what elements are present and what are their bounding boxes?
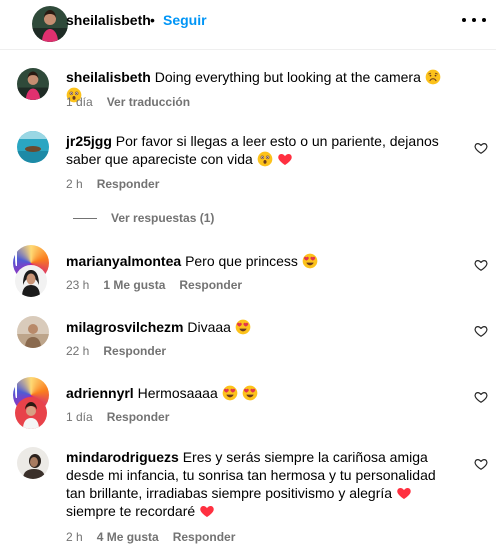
- view-replies-label: Ver respuestas (1): [111, 211, 215, 225]
- reply-button[interactable]: Responder: [179, 278, 242, 292]
- comment-time: 2 h: [66, 177, 83, 191]
- heart-outline-icon[interactable]: [474, 324, 488, 338]
- replies-divider: [73, 217, 97, 219]
- commenter-username[interactable]: marianyalmontea: [66, 253, 181, 269]
- avatar-image: [17, 68, 49, 100]
- comment-item: mindarodriguezs Eres y serás siempre la …: [0, 447, 496, 547]
- commenter-avatar[interactable]: [17, 316, 49, 348]
- caption-time: 1 día: [66, 95, 93, 109]
- comment-time: 2 h: [66, 530, 83, 544]
- comment-body: Divaaa: [187, 319, 231, 335]
- comment-time: 23 h: [66, 278, 90, 292]
- heart-eyes-emoji: [235, 319, 251, 335]
- comment-item: marianyalmontea Pero que princess 23 h 1…: [0, 245, 496, 316]
- follow-button[interactable]: Seguir: [163, 12, 207, 28]
- commenter-username[interactable]: mindarodriguezs: [66, 449, 179, 465]
- heart-eyes-emoji: [222, 385, 238, 401]
- comment-meta: 1 día Responder: [66, 410, 169, 424]
- commenter-username[interactable]: milagrosvilchezm: [66, 319, 184, 335]
- comment-text: mindarodriguezs Eres y serás siempre la …: [66, 448, 446, 520]
- commenter-avatar[interactable]: [13, 245, 49, 316]
- caption-avatar[interactable]: [17, 68, 49, 100]
- header-username[interactable]: sheilalisbeth: [66, 12, 151, 28]
- comment-body-continued: siempre te recordaré: [66, 503, 196, 519]
- reply-button[interactable]: Responder: [97, 177, 160, 191]
- avatar-image: [15, 397, 47, 429]
- comment-meta: 22 h Responder: [66, 344, 166, 358]
- comment-meta: 2 h 4 Me gusta Responder: [66, 530, 235, 544]
- post-header: sheilalisbeth • Seguir: [0, 0, 496, 50]
- astonished-face-emoji: [257, 151, 273, 167]
- heart-eyes-emoji: [242, 385, 258, 401]
- avatar-image: [15, 265, 47, 297]
- likes-count[interactable]: 4 Me gusta: [97, 530, 159, 544]
- header-avatar[interactable]: [15, 3, 68, 42]
- comment-meta: 23 h 1 Me gusta Responder: [66, 278, 242, 292]
- caption-username[interactable]: sheilalisbeth: [66, 69, 151, 85]
- commenter-username[interactable]: adriennyrl: [66, 385, 134, 401]
- comment-item: milagrosvilchezm Divaaa 22 h Responder: [0, 313, 496, 363]
- comment-body: Hermosaaaa: [137, 385, 218, 401]
- reply-button[interactable]: Responder: [103, 344, 166, 358]
- commenter-avatar[interactable]: [17, 131, 49, 163]
- see-translation-link[interactable]: Ver traducción: [107, 95, 190, 109]
- heart-outline-icon[interactable]: [474, 258, 488, 272]
- avatar-image: [17, 316, 49, 348]
- red-heart-emoji: [277, 151, 293, 167]
- comment-item: adriennyrl Hermosaaaa 1 día Responder: [0, 377, 496, 448]
- comment-text: marianyalmontea Pero que princess: [66, 252, 446, 270]
- separator-dot: •: [150, 12, 155, 28]
- caption-meta: 1 día Ver traducción: [66, 95, 190, 109]
- heart-outline-icon[interactable]: [474, 457, 488, 471]
- avatar-image: [32, 6, 68, 42]
- commenter-username[interactable]: jr25jgg: [66, 133, 112, 149]
- comment-text: adriennyrl Hermosaaaa: [66, 384, 446, 402]
- view-replies-button[interactable]: Ver respuestas (1): [73, 211, 214, 225]
- post-caption: sheilalisbeth Doing everything but looki…: [0, 66, 496, 116]
- heart-outline-icon[interactable]: [474, 141, 488, 155]
- reply-button[interactable]: Responder: [173, 530, 236, 544]
- avatar-image: [17, 131, 49, 163]
- more-options-icon[interactable]: [462, 10, 486, 30]
- red-heart-emoji: [396, 485, 412, 501]
- likes-count[interactable]: 1 Me gusta: [103, 278, 165, 292]
- comment-meta: 2 h Responder: [66, 177, 159, 191]
- comment-body: Pero que princess: [185, 253, 298, 269]
- comment-text: jr25jgg Por favor si llegas a leer esto …: [66, 132, 446, 168]
- heart-outline-icon[interactable]: [474, 390, 488, 404]
- commenter-avatar[interactable]: [13, 377, 49, 448]
- red-heart-emoji: [199, 503, 215, 519]
- reply-button[interactable]: Responder: [107, 410, 170, 424]
- comment-time: 1 día: [66, 410, 93, 424]
- comment-item: jr25jgg Por favor si llegas a leer esto …: [0, 131, 496, 191]
- commenter-avatar[interactable]: [17, 447, 49, 479]
- caption-body: Doing everything but looking at the came…: [154, 69, 421, 85]
- heart-eyes-emoji: [302, 253, 318, 269]
- comment-time: 22 h: [66, 344, 90, 358]
- comment-body: Por favor si llegas a leer esto o un par…: [66, 133, 439, 167]
- avatar-image: [17, 447, 49, 479]
- sad-face-emoji: [425, 69, 441, 85]
- comment-text: milagrosvilchezm Divaaa: [66, 318, 446, 336]
